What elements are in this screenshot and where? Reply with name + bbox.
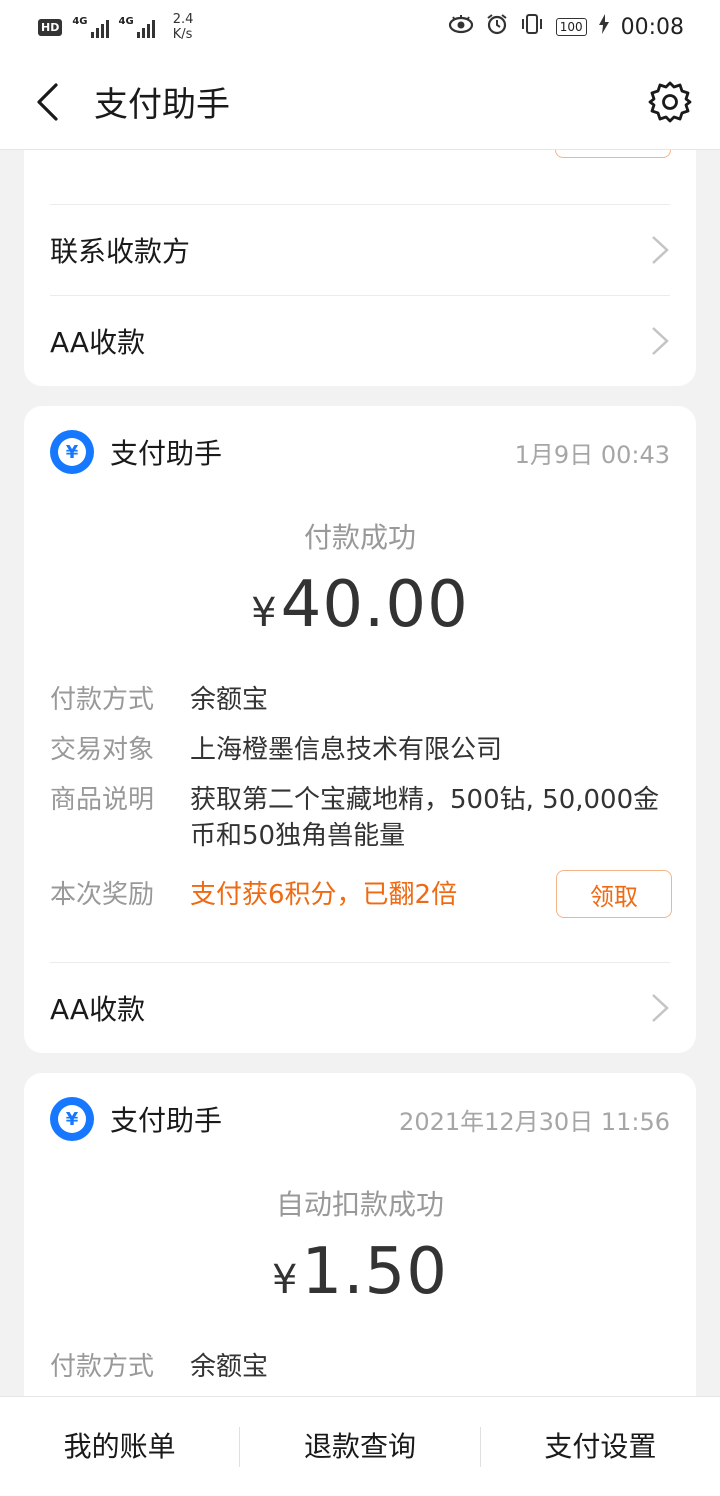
field-counterparty: 交易对象 上海橙墨信息技术有限公司 (50, 732, 670, 768)
network-type-label-2: 4G (118, 16, 134, 27)
chevron-right-icon (652, 993, 669, 1022)
alipay-yen-icon: ¥ (50, 430, 94, 474)
tab-refund-query[interactable]: 退款查询 (239, 1426, 479, 1467)
hd-badge: HD (38, 18, 63, 36)
net-speed: 2.4 K/s (173, 12, 194, 42)
amount-value: 1.50 (301, 1235, 448, 1309)
net-speed-value: 2.4 (172, 12, 194, 27)
chevron-right-icon (652, 326, 669, 355)
field-key: 付款方式 (50, 685, 155, 715)
payment-status: 付款成功 (303, 521, 416, 554)
aa-collect-label: AA收款 (50, 992, 146, 1026)
clock-time: 00:08 (620, 14, 684, 40)
message-time: 2021年12月30日 11:56 (399, 1107, 670, 1136)
status-right: 100 00:08 (448, 13, 684, 41)
message-header: ¥ 支付助手 2021年12月30日 11:56 (50, 1097, 670, 1141)
payment-amount: ¥ 40.00 (24, 568, 696, 642)
field-value: 上海橙墨信息技术有限公司 (190, 735, 503, 765)
message-card-previous: 联系收款方 AA收款 (24, 150, 696, 386)
net-speed-unit: K/s (172, 27, 193, 42)
field-value: 余额宝 (190, 685, 269, 715)
signal-icon-2: 4G (119, 16, 155, 38)
currency-symbol: ¥ (251, 590, 277, 636)
aa-collect-row[interactable]: AA收款 (50, 295, 670, 385)
field-product-desc: 商品说明 获取第二个宝藏地精，500钻, 50,000金币和50独角兽能量 (50, 782, 670, 854)
nav-header: 支付助手 (0, 54, 720, 150)
field-key: 商品说明 (50, 785, 155, 815)
field-payment-method: 付款方式 余额宝 (50, 682, 670, 718)
aa-collect-label: AA收款 (50, 325, 146, 359)
message-card: ¥ 支付助手 2021年12月30日 11:56 自动扣款成功 ¥ 1.50 付… (24, 1073, 696, 1396)
page-title: 支付助手 (94, 85, 230, 125)
alipay-yen-icon: ¥ (50, 1097, 94, 1141)
field-key: 本次奖励 (50, 880, 155, 910)
network-type-label: 4G (72, 16, 88, 27)
sender-name: 支付助手 (110, 1104, 223, 1137)
sender-name: 支付助手 (110, 437, 223, 470)
message-card: ¥ 支付助手 1月9日 00:43 付款成功 ¥ 40.00 付款方式 余额宝 … (24, 406, 696, 1053)
contact-payee-label: 联系收款方 (50, 234, 191, 268)
message-header: ¥ 支付助手 1月9日 00:43 (50, 430, 670, 474)
field-value: 余额宝 (190, 1352, 269, 1382)
field-key: 交易对象 (50, 735, 155, 765)
back-button[interactable] (0, 54, 94, 150)
aa-collect-row[interactable]: AA收款 (50, 962, 670, 1052)
field-payment-method: 付款方式 余额宝 (50, 1349, 670, 1385)
charging-icon (598, 14, 609, 40)
eye-comfort-icon (448, 14, 474, 40)
signal-icon: 4G (72, 16, 109, 38)
settings-button[interactable] (620, 54, 720, 150)
payment-amount: ¥ 1.50 (24, 1235, 696, 1309)
message-list[interactable]: 联系收款方 AA收款 ¥ 支付助手 1月9日 00:43 付款成功 ¥ 40.0… (0, 150, 720, 1396)
currency-symbol: ¥ (272, 1257, 298, 1303)
tab-payment-settings[interactable]: 支付设置 (479, 1426, 720, 1467)
message-time: 1月9日 00:43 (514, 440, 670, 469)
payment-status: 自动扣款成功 (275, 1188, 444, 1221)
status-bar: HD 4G 4G 2.4 K/s 100 00:08 (0, 0, 720, 54)
chevron-right-icon (652, 235, 669, 264)
alarm-icon (486, 13, 508, 41)
field-reward: 本次奖励 支付获6积分，已翻2倍 (50, 877, 520, 913)
field-value: 获取第二个宝藏地精，500钻, 50,000金币和50独角兽能量 (190, 785, 660, 851)
contact-payee-row[interactable]: 联系收款方 (50, 204, 670, 294)
claim-button-partial[interactable] (555, 150, 671, 158)
tab-my-bills[interactable]: 我的账单 (0, 1427, 239, 1467)
chevron-left-icon (37, 82, 58, 121)
vibrate-icon (520, 13, 544, 41)
reward-value: 支付获6积分，已翻2倍 (190, 880, 458, 910)
gear-icon (648, 81, 692, 122)
battery-icon: 100 (555, 18, 587, 36)
claim-button[interactable]: 领取 (556, 870, 672, 918)
status-left: HD 4G 4G 2.4 K/s (38, 12, 193, 42)
field-key: 付款方式 (50, 1352, 155, 1382)
bottom-tab-bar: 我的账单 退款查询 支付设置 (0, 1396, 720, 1496)
amount-value: 40.00 (280, 568, 469, 642)
